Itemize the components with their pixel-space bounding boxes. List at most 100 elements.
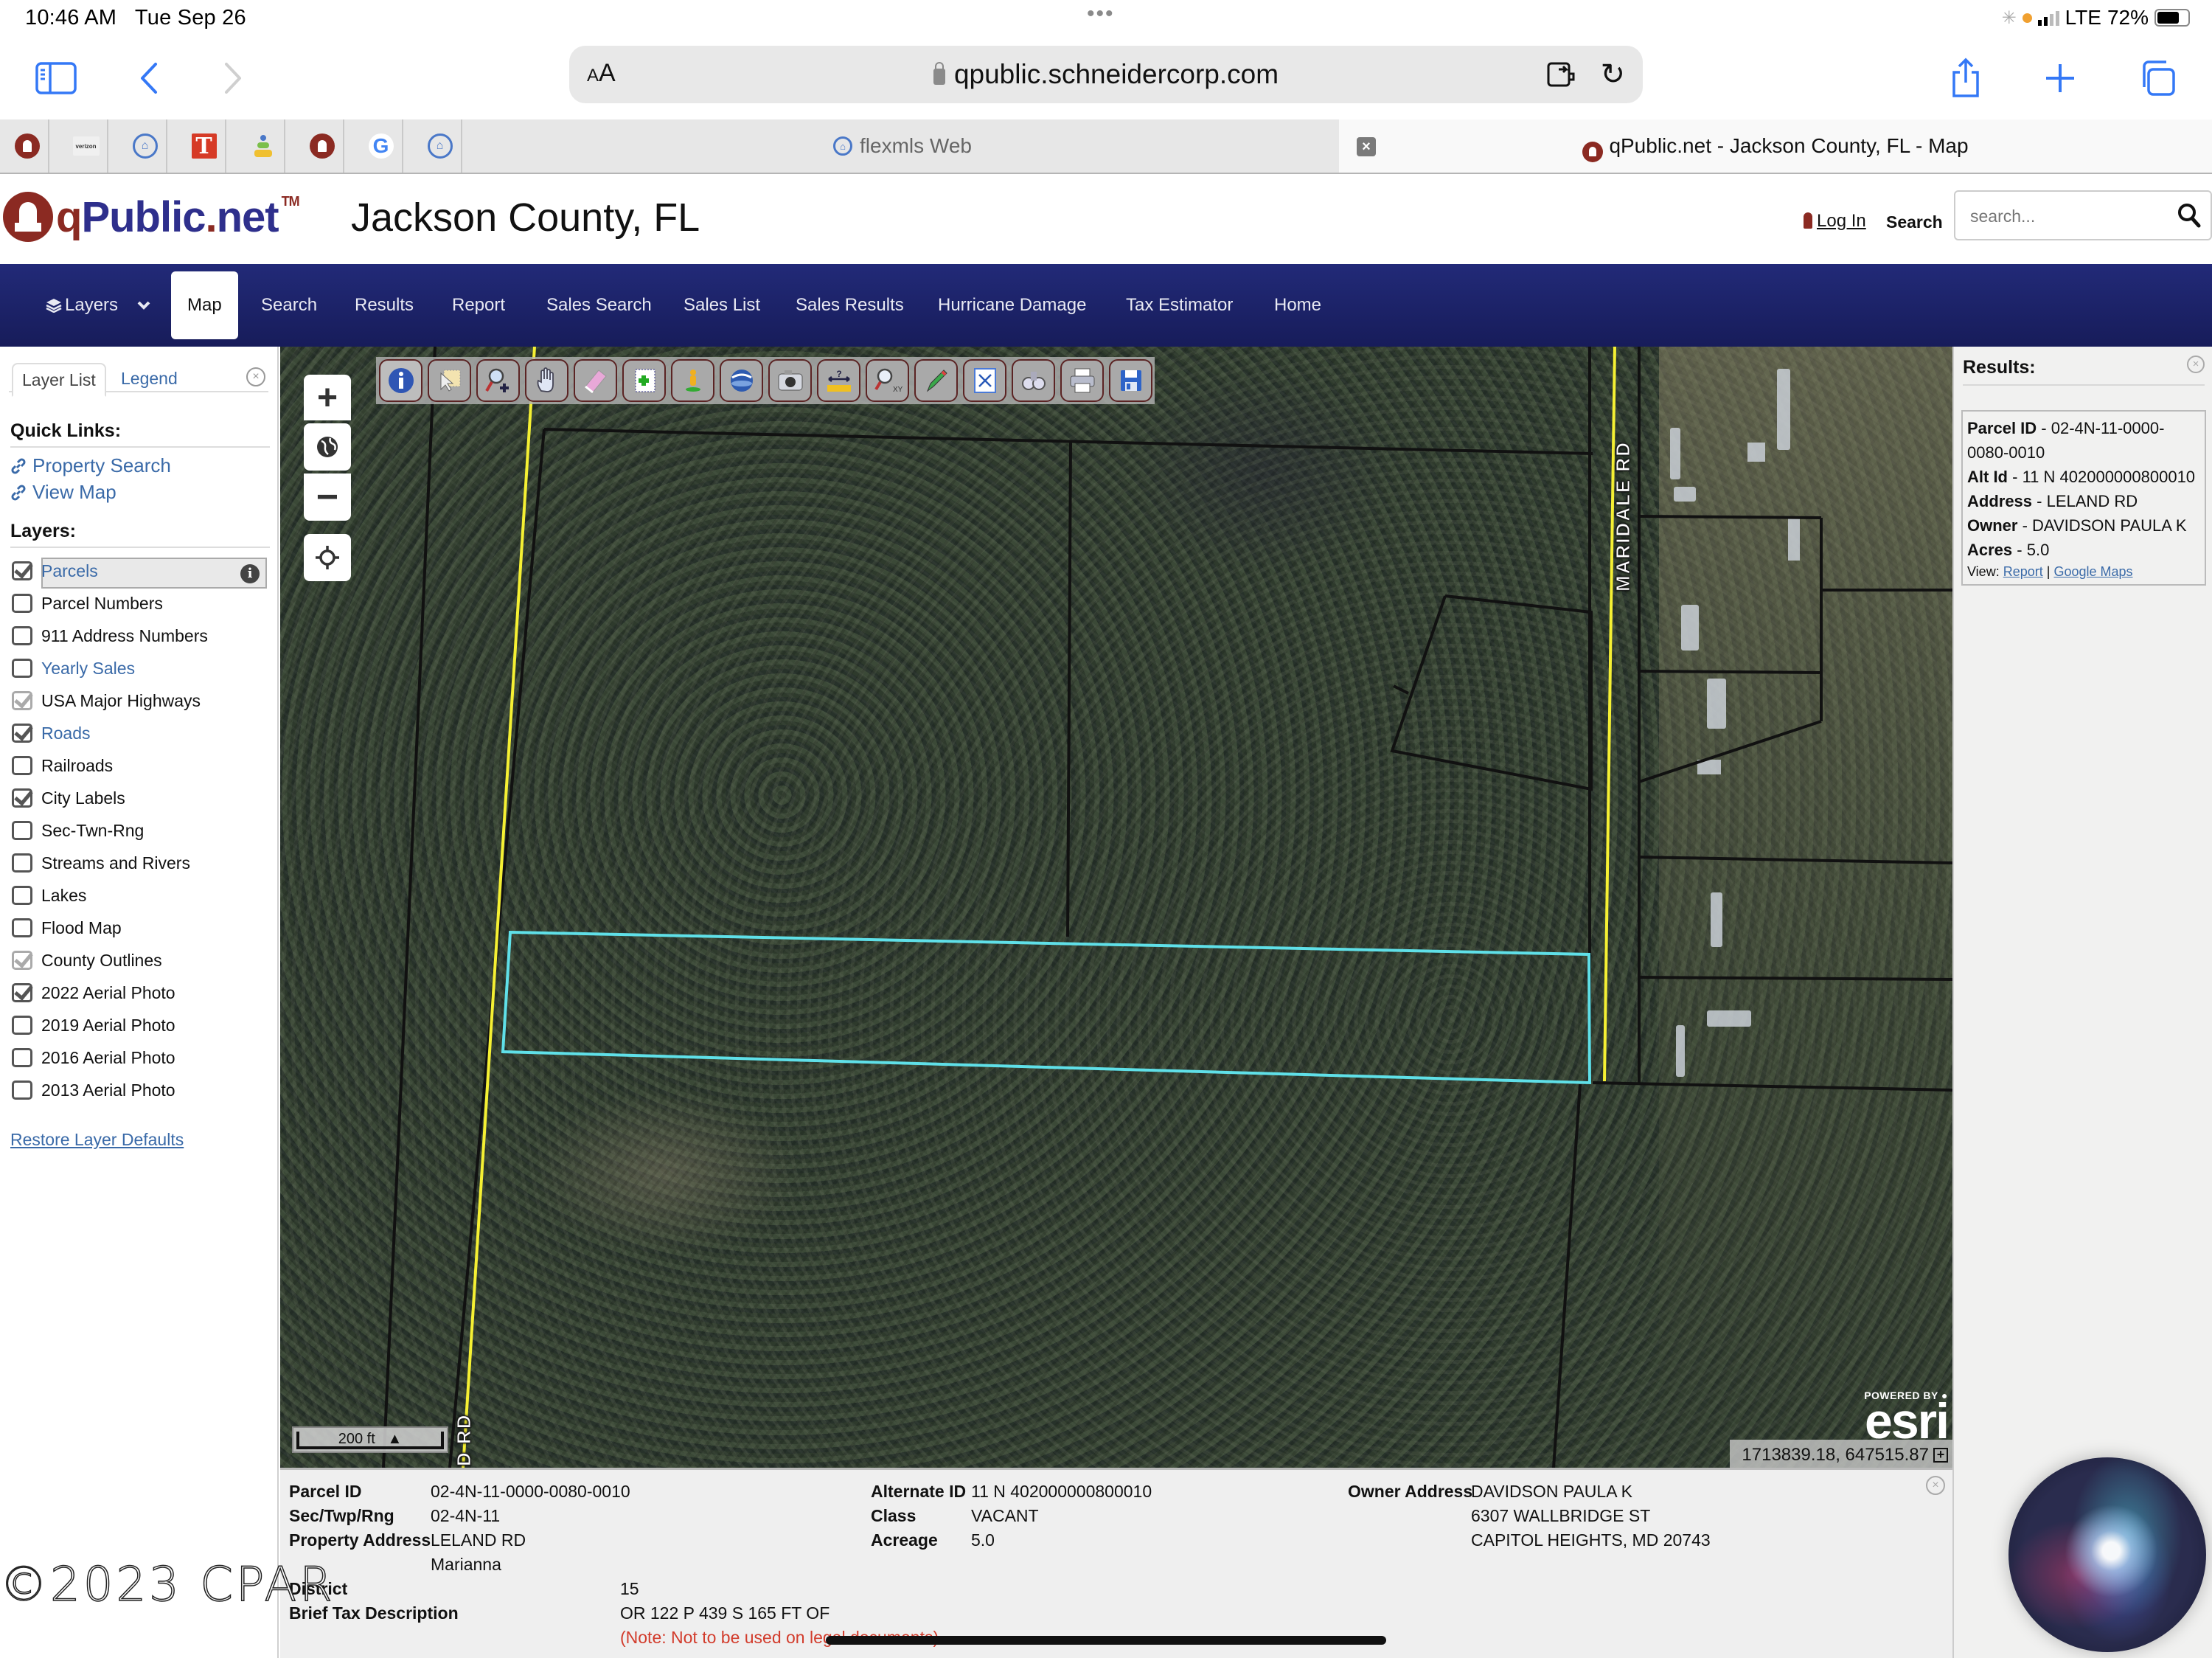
full-extent-globe-button[interactable] bbox=[304, 423, 351, 471]
layer-row-parcel-numbers[interactable]: Parcel Numbers bbox=[12, 589, 270, 618]
layer-checkbox[interactable] bbox=[12, 594, 32, 613]
zoom-out-button[interactable]: − bbox=[304, 474, 351, 521]
report-link[interactable]: Report bbox=[2003, 564, 2043, 579]
header-search-box[interactable] bbox=[1954, 190, 2212, 240]
layer-row-city-labels[interactable]: City Labels bbox=[12, 783, 270, 813]
map-tool-street-view-pegman-button[interactable] bbox=[671, 359, 714, 402]
layer-checkbox[interactable] bbox=[12, 1016, 32, 1035]
favorite-tab-t[interactable]: T bbox=[183, 119, 226, 173]
nav-sales-list[interactable]: Sales List bbox=[684, 264, 760, 347]
tabs-overview-icon[interactable] bbox=[2135, 56, 2180, 100]
new-tab-icon[interactable] bbox=[2038, 56, 2082, 100]
layer-row-2022-aerial-photo[interactable]: 2022 Aerial Photo bbox=[12, 978, 270, 1007]
layer-row-railroads[interactable]: Railroads bbox=[12, 751, 270, 780]
restore-layer-defaults-link[interactable]: Restore Layer Defaults bbox=[10, 1130, 184, 1150]
nav-layers-dropdown[interactable]: Layers bbox=[46, 264, 150, 347]
map-tool-full-extent-button[interactable] bbox=[963, 359, 1006, 402]
nav-tax-estimator[interactable]: Tax Estimator bbox=[1126, 264, 1233, 347]
layer-checkbox[interactable] bbox=[12, 1081, 32, 1100]
layer-row-parcels[interactable]: i Parcels bbox=[12, 556, 270, 586]
layer-checkbox[interactable] bbox=[12, 788, 32, 808]
back-icon[interactable] bbox=[127, 56, 171, 100]
layer-checkbox[interactable] bbox=[12, 1048, 32, 1067]
layer-row-911-address-numbers[interactable]: 911 Address Numbers bbox=[12, 621, 270, 651]
search-input[interactable] bbox=[1970, 204, 2162, 229]
close-results-icon[interactable]: × bbox=[2187, 355, 2205, 373]
layer-row-streams-and-rivers[interactable]: Streams and Rivers bbox=[12, 848, 270, 878]
siri-orb[interactable] bbox=[2008, 1457, 2206, 1652]
close-info-panel-icon[interactable]: × bbox=[1926, 1476, 1945, 1495]
url-text[interactable]: qpublic.schneidercorp.com bbox=[569, 59, 1643, 90]
nav-sales-results[interactable]: Sales Results bbox=[796, 264, 904, 347]
layer-checkbox[interactable] bbox=[12, 756, 32, 775]
favorite-tab-flexmls-2[interactable]: ⌂ bbox=[419, 119, 462, 173]
layer-row-2016-aerial-photo[interactable]: 2016 Aerial Photo bbox=[12, 1043, 270, 1072]
map-tool-zoom-xy-button[interactable]: XY bbox=[866, 359, 909, 402]
extension-icon[interactable] bbox=[1547, 60, 1576, 89]
layer-row-lakes[interactable]: Lakes bbox=[12, 881, 270, 910]
scale-bar[interactable]: 200 ft ▲ bbox=[292, 1426, 448, 1453]
map-tool-globe-3d-button[interactable] bbox=[720, 359, 763, 402]
map-tool-buffer-select-button[interactable] bbox=[622, 359, 666, 402]
tab-layer-list[interactable]: Layer List bbox=[12, 363, 106, 397]
layer-checkbox[interactable] bbox=[12, 951, 32, 970]
home-indicator[interactable] bbox=[826, 1636, 1386, 1645]
map-tool-pan-hand-button[interactable] bbox=[525, 359, 568, 402]
layer-checkbox[interactable] bbox=[12, 724, 32, 743]
result-card[interactable]: Parcel ID - 02-4N-11-0000-0080-0010 Alt … bbox=[1961, 410, 2206, 586]
favorite-tab-flexmls[interactable]: ⌂ bbox=[124, 119, 167, 173]
layer-row-yearly-sales[interactable]: Yearly Sales bbox=[12, 653, 270, 683]
layer-checkbox[interactable] bbox=[12, 691, 32, 710]
map-tool-camera-photo-button[interactable] bbox=[768, 359, 812, 402]
nav-report[interactable]: Report bbox=[452, 264, 505, 347]
map-tool-measure-ruler-button[interactable]: ? bbox=[817, 359, 860, 402]
layer-checkbox[interactable] bbox=[12, 626, 32, 645]
layer-row-flood-map[interactable]: Flood Map bbox=[12, 913, 270, 943]
map-tool-print-button[interactable] bbox=[1060, 359, 1104, 402]
nav-search[interactable]: Search bbox=[261, 264, 317, 347]
map-tool-overview-binoculars-button[interactable] bbox=[1012, 359, 1055, 402]
nav-results[interactable]: Results bbox=[355, 264, 414, 347]
locate-me-button[interactable] bbox=[304, 534, 351, 581]
map-tool-identify-info-button[interactable] bbox=[379, 359, 422, 402]
favorite-tab-google[interactable]: G bbox=[360, 119, 403, 173]
map-tool-select-parcels-button[interactable] bbox=[428, 359, 471, 402]
layer-label[interactable]: Parcels bbox=[41, 561, 98, 581]
layer-checkbox[interactable] bbox=[12, 886, 32, 905]
layer-row-usa-major-highways[interactable]: USA Major Highways bbox=[12, 686, 270, 715]
layer-row-county-outlines[interactable]: County Outlines bbox=[12, 946, 270, 975]
selected-parcel-outline[interactable] bbox=[503, 932, 1590, 1083]
layer-row-2019-aerial-photo[interactable]: 2019 Aerial Photo bbox=[12, 1010, 270, 1040]
layer-row-roads[interactable]: Roads bbox=[12, 718, 270, 748]
layer-checkbox[interactable] bbox=[12, 821, 32, 840]
tab-legend[interactable]: Legend bbox=[112, 363, 187, 397]
tab-qpublic-map[interactable]: × qPublic.net - Jackson County, FL - Map bbox=[1339, 119, 2212, 173]
quick-link-view-map[interactable]: View Map bbox=[10, 481, 116, 504]
layer-checkbox[interactable] bbox=[12, 561, 32, 580]
nav-sales-search[interactable]: Sales Search bbox=[546, 264, 652, 347]
layer-checkbox[interactable] bbox=[12, 918, 32, 937]
nav-home[interactable]: Home bbox=[1274, 264, 1321, 347]
forward-icon[interactable] bbox=[211, 56, 255, 100]
layer-checkbox[interactable] bbox=[12, 853, 32, 873]
nav-map[interactable]: Map bbox=[171, 271, 238, 339]
favorite-tab-verizon[interactable]: verizon bbox=[65, 119, 108, 173]
login-link[interactable]: Log In bbox=[1804, 211, 1866, 232]
map-tool-save-disk-button[interactable] bbox=[1109, 359, 1152, 402]
map-view[interactable]: ?XY + − MARIDALE RD D RD 200 ft ▲ POWERE… bbox=[280, 347, 1952, 1468]
layer-label[interactable]: Roads bbox=[41, 724, 90, 743]
layer-row-sec-twn-rng[interactable]: Sec-Twn-Rng bbox=[12, 816, 270, 845]
favorite-tab-qpublic[interactable] bbox=[6, 119, 49, 173]
sidebar-icon[interactable] bbox=[34, 56, 78, 100]
close-panel-icon[interactable]: × bbox=[246, 367, 265, 386]
layer-row-2013-aerial-photo[interactable]: 2013 Aerial Photo bbox=[12, 1075, 270, 1105]
layer-info-icon[interactable]: i bbox=[240, 564, 260, 583]
expand-plus-icon[interactable]: + bbox=[1933, 1448, 1948, 1463]
zoom-in-button[interactable]: + bbox=[304, 375, 351, 420]
map-tool-eraser-button[interactable] bbox=[574, 359, 617, 402]
multitasking-dots[interactable]: ••• bbox=[1087, 1, 1115, 27]
map-tool-draw-pencil-button[interactable] bbox=[914, 359, 958, 402]
tab-flexmls[interactable]: ⌂ flexmls Web bbox=[466, 119, 1339, 173]
url-bar[interactable]: AA qpublic.schneidercorp.com ↻ bbox=[569, 46, 1643, 103]
nav-hurricane-damage[interactable]: Hurricane Damage bbox=[938, 264, 1086, 347]
